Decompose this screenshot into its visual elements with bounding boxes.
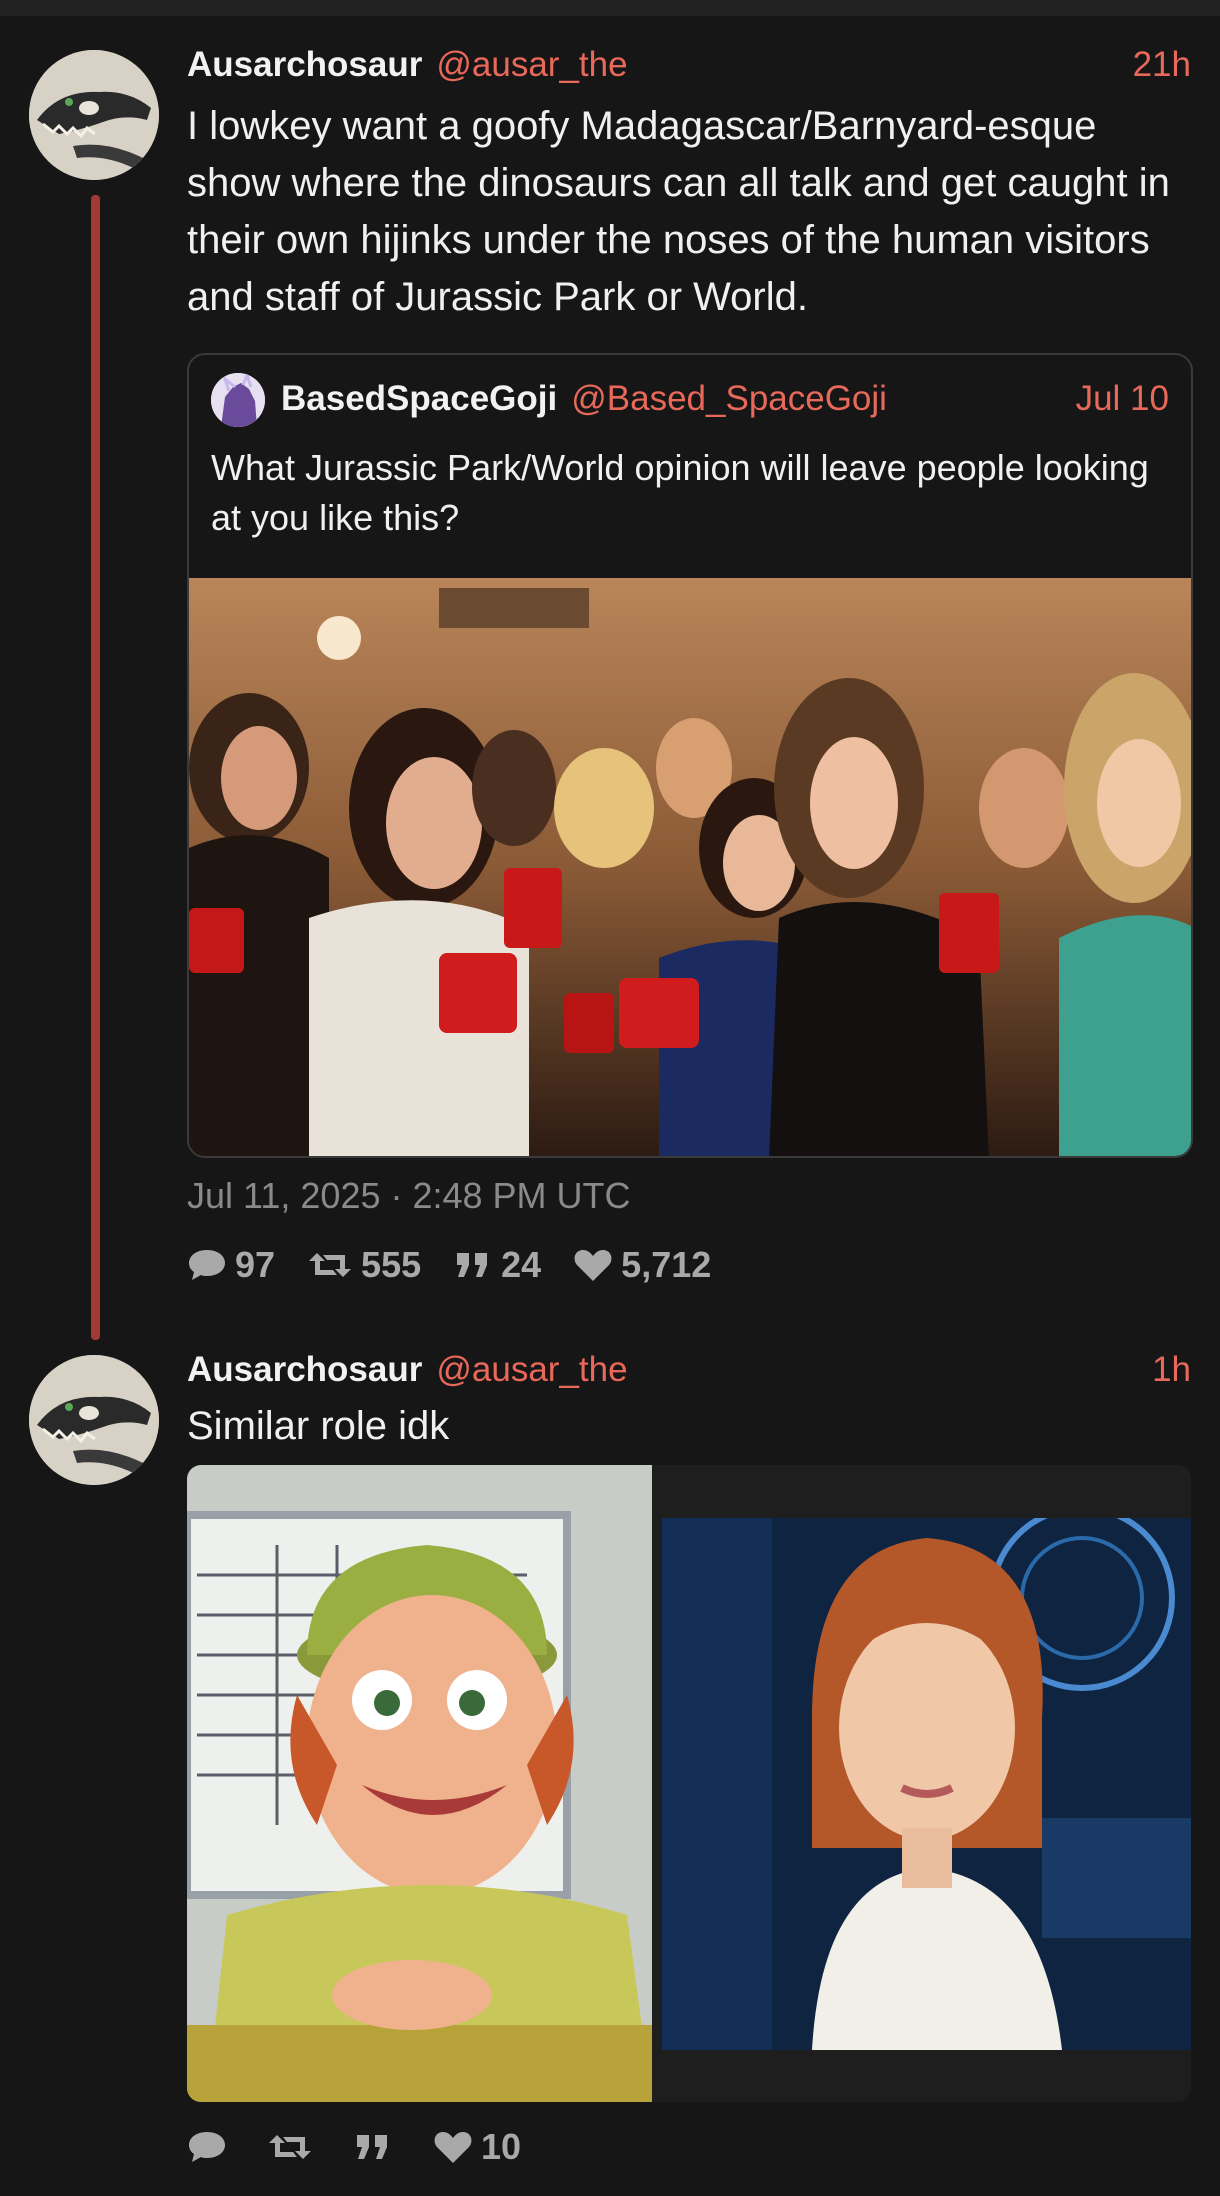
top-bar — [0, 0, 1220, 16]
reply-button[interactable] — [187, 2129, 235, 2165]
post-header: Ausarchosaur @ausar_the — [187, 43, 628, 87]
like-count: 10 — [481, 2126, 522, 2167]
author-name[interactable]: Ausarchosaur — [187, 45, 422, 85]
like-count: 5,712 — [621, 1244, 712, 1285]
avatar[interactable] — [29, 50, 159, 180]
heart-icon — [574, 1250, 612, 1281]
quoted-header: BasedSpaceGoji @Based_SpaceGoji — [281, 377, 887, 421]
dinosaur-skull-avatar-image — [29, 1355, 159, 1485]
post-time[interactable]: 1h — [1152, 1348, 1191, 1392]
heart-icon — [434, 2132, 472, 2163]
quoted-post[interactable]: BasedSpaceGoji @Based_SpaceGoji Jul 10 W… — [187, 353, 1193, 1158]
post-header: Ausarchosaur @ausar_the — [187, 1348, 628, 1392]
post-timestamp[interactable]: Jul 11, 2025 · 2:48 PM UTC — [187, 1172, 631, 1220]
reply-count: 97 — [235, 1244, 276, 1285]
repost-icon — [309, 1253, 352, 1277]
repost-icon — [269, 2135, 311, 2159]
quoted-image[interactable] — [189, 578, 1191, 1156]
reply-button[interactable]: 97 — [187, 1244, 275, 1286]
quoted-avatar[interactable] — [211, 373, 265, 427]
media-grid — [187, 1465, 1191, 2102]
like-button[interactable]: 10 — [433, 2126, 521, 2168]
quoted-time[interactable]: Jul 10 — [1076, 377, 1169, 421]
reply-icon — [189, 2132, 225, 2162]
repost-button[interactable] — [267, 2129, 321, 2165]
author-handle[interactable]: @ausar_the — [436, 45, 627, 85]
media-image-1[interactable] — [187, 1465, 652, 2102]
thread-line — [91, 195, 100, 1340]
red-haired-woman-image — [662, 1518, 1191, 2050]
quote-icon — [457, 1253, 488, 1277]
post-time[interactable]: 21h — [1133, 43, 1191, 87]
quoted-author-name[interactable]: BasedSpaceGoji — [281, 379, 557, 419]
like-button[interactable]: 5,712 — [573, 1244, 711, 1286]
party-crowd-photo — [189, 578, 1191, 1156]
cartoon-park-worker-image — [187, 1465, 652, 2102]
author-handle[interactable]: @ausar_the — [436, 1350, 627, 1390]
quoted-author-handle[interactable]: @Based_SpaceGoji — [571, 379, 887, 419]
repost-count: 555 — [361, 1244, 422, 1285]
quote-icon — [357, 2135, 387, 2159]
repost-button[interactable]: 555 — [307, 1244, 421, 1286]
quote-button[interactable] — [353, 2129, 401, 2165]
space-godzilla-avatar-image — [211, 373, 265, 427]
dinosaur-skull-avatar-image — [29, 50, 159, 180]
author-name[interactable]: Ausarchosaur — [187, 1350, 422, 1390]
reply-icon — [189, 1250, 225, 1280]
quote-button[interactable]: 24 — [453, 1244, 541, 1286]
post-stats: 10 — [187, 2122, 521, 2172]
quoted-text: What Jurassic Park/World opinion will le… — [211, 447, 1149, 538]
media-image-2[interactable] — [662, 1518, 1191, 2050]
avatar[interactable] — [29, 1355, 159, 1485]
post-text: Similar role idk — [187, 1404, 450, 1448]
quote-count: 24 — [501, 1244, 542, 1285]
post-text: I lowkey want a goofy Madagascar/Barnyar… — [187, 104, 1170, 319]
post-stats: 97 555 24 5,712 — [187, 1240, 711, 1290]
